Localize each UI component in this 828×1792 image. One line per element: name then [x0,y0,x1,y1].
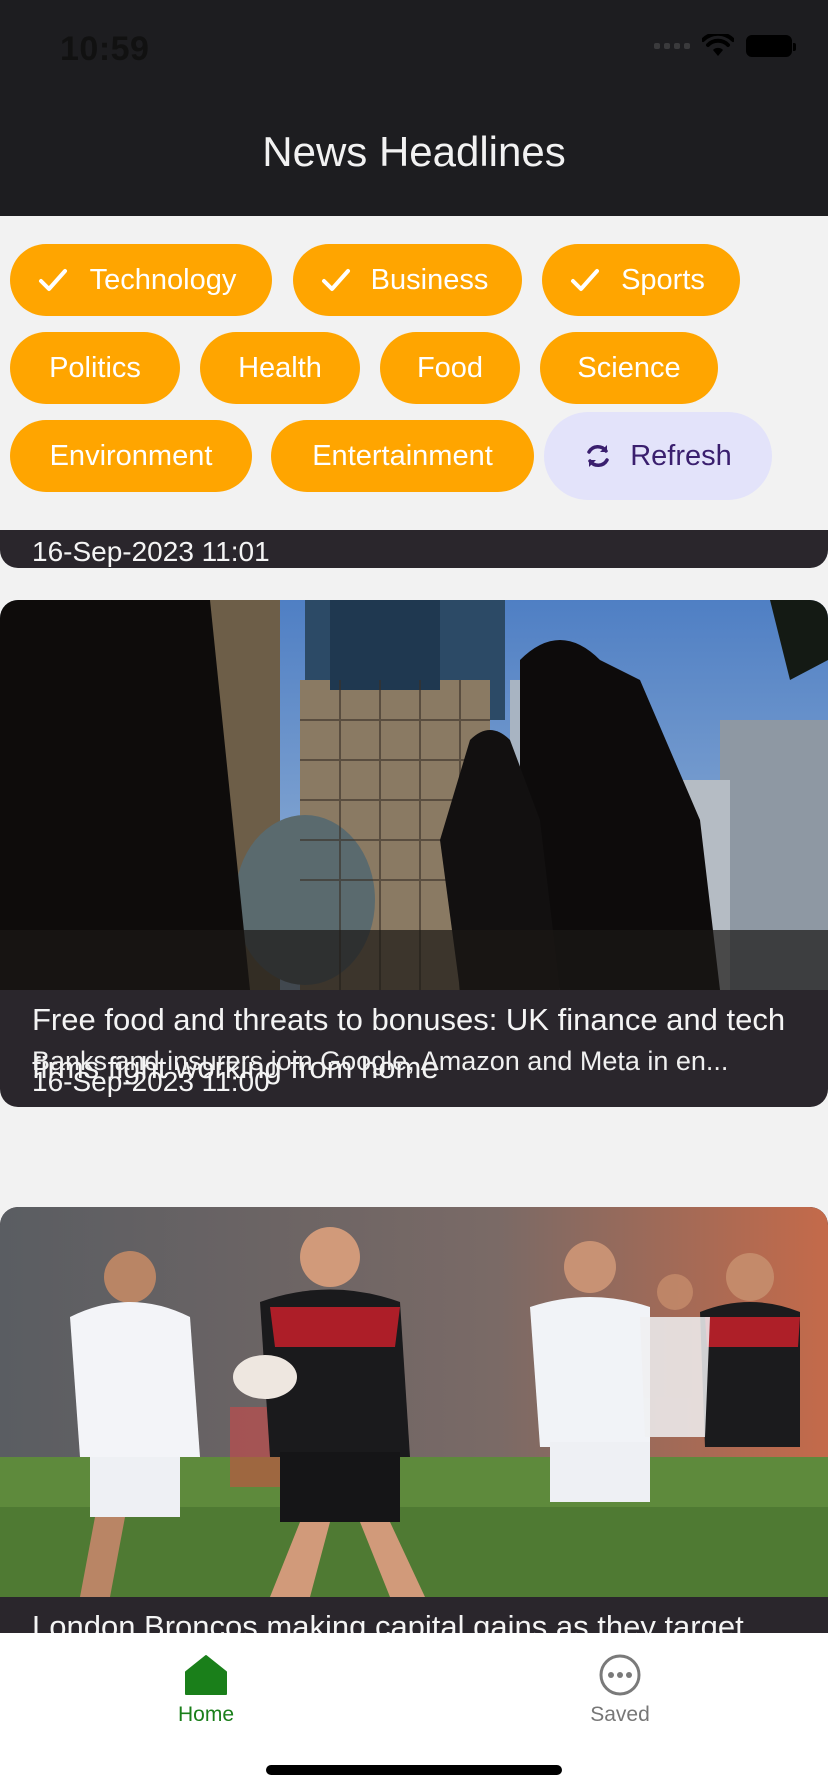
cellular-signal-icon [654,43,690,49]
chip-environment[interactable]: Environment [10,420,252,492]
chip-label: Health [238,351,322,384]
home-icon [185,1655,227,1695]
news-app-screen: 10:59 News Headlines Technology Business [0,0,828,1792]
chip-technology[interactable]: Technology [10,244,272,316]
chip-label: Science [577,351,681,384]
check-icon [322,269,350,291]
article-date: 16-Sep-2023 11:00 [32,1066,270,1097]
chip-label: Politics [49,351,141,384]
chip-science[interactable]: Science [540,332,718,404]
chip-sports[interactable]: Sports [542,244,740,316]
chip-entertainment[interactable]: Entertainment [271,420,534,492]
news-card[interactable]: Free food and threats to bonuses: UK fin… [0,600,828,1107]
news-feed[interactable]: 16-Sep-2023 11:01 Free food and threats … [0,530,828,1633]
news-card[interactable]: 16-Sep-2023 11:01 [0,530,828,568]
chip-food[interactable]: Food [380,332,520,404]
status-time: 10:59 [60,30,150,68]
chip-label: Environment [49,439,213,472]
home-indicator [266,1765,562,1775]
refresh-label: Refresh [630,439,732,472]
chip-label: Entertainment [312,439,493,472]
article-title[interactable]: London Broncos making capital gains as t… [32,1603,800,1633]
more-circle-icon [599,1654,641,1696]
refresh-icon [587,445,609,467]
tab-saved[interactable]: Saved [520,1633,720,1753]
refresh-button[interactable]: Refresh [544,412,772,500]
article-date: 16-Sep-2023 11:01 [32,536,270,567]
chip-health[interactable]: Health [200,332,360,404]
wifi-icon [702,34,734,56]
status-indicators [654,34,796,58]
page-title: News Headlines [262,128,566,175]
category-chips: Technology Business Sports Politics Heal… [0,216,828,530]
check-icon [571,269,599,291]
rugby-players-running-image [0,1207,828,1597]
check-icon [39,269,67,291]
tab-label: Saved [590,1703,650,1726]
chip-label: Food [416,351,484,384]
chip-label: Technology [89,263,237,296]
tab-home[interactable]: Home [106,1633,306,1753]
tab-label: Home [177,1703,235,1726]
app-bar: 10:59 News Headlines [0,0,828,216]
news-card[interactable]: London Broncos making capital gains as t… [0,1207,828,1633]
chip-politics[interactable]: Politics [10,332,180,404]
chip-business[interactable]: Business [293,244,522,316]
city-commuters-silhouette-image [0,600,828,990]
battery-icon [746,35,796,57]
